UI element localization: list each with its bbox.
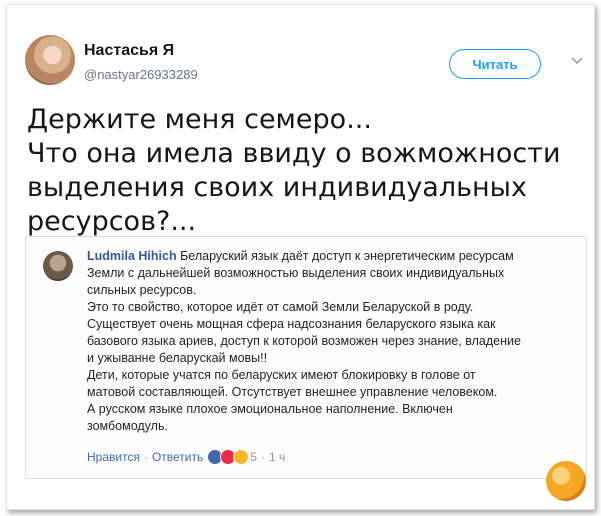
follow-button[interactable]: Читать	[449, 49, 541, 79]
tweet-card: Настасья Я @nastyar26933289 Читать Держи…	[6, 4, 595, 510]
tweet-text: Держите меня семеро... Что она имела вви…	[27, 103, 587, 239]
comment-avatar	[43, 251, 73, 281]
reactions	[207, 449, 250, 465]
comment-line: зомбомодуль.	[87, 419, 168, 433]
comment-line: базового языка ариев, доступ к которой в…	[87, 334, 521, 348]
embedded-comment-screenshot: Ludmila Hihich Беларуский язык даёт дост…	[25, 236, 587, 479]
reply-link: Ответить	[151, 450, 204, 464]
like-link: Нравится	[87, 450, 140, 464]
separator: ·	[260, 450, 265, 464]
comment-line: А русском языке плохое эмоциональное нап…	[87, 402, 453, 416]
comment-body: Ludmila Hihich Беларуский язык даёт дост…	[87, 248, 567, 435]
comment-actions: Нравится · Ответить 5 · 1 ч	[87, 449, 285, 465]
avatar[interactable]	[25, 35, 75, 85]
comment-line: Существует очень мощная сфера надсознани…	[87, 317, 496, 331]
comment-line: Это то свойство, которое идёт от самой З…	[87, 300, 474, 314]
comment-line: Земли с дальнейшей возможностью выделени…	[87, 266, 505, 280]
comment-line: матовой составляющей. Отсутствует внешне…	[87, 385, 498, 399]
comment-line: Дети, которые учатся по беларуских имеют…	[87, 368, 476, 382]
author-name[interactable]: Настасья Я	[84, 42, 174, 60]
tweet-line: Держите меня семеро...	[27, 104, 372, 135]
author-handle[interactable]: @nastyar26933289	[84, 67, 198, 82]
comment-line: и ужываннe беларускай мовы!!	[87, 351, 268, 365]
comment-line: сильных ресурсов.	[87, 283, 197, 297]
reaction-count: 5	[250, 450, 257, 464]
comment-author: Ludmila Hihich	[87, 249, 177, 263]
chevron-down-icon[interactable]	[570, 53, 588, 71]
separator: ·	[143, 450, 148, 464]
tweet-line: ресурсов?...	[27, 206, 197, 237]
comment-time: 1 ч	[268, 450, 286, 464]
tweet-line: выделения своих индивидуальных	[27, 172, 527, 203]
haha-reaction-icon	[233, 449, 250, 465]
comment-line: Беларуский язык даёт доступ к энергетиче…	[180, 249, 514, 263]
tweet-line: Что она имела ввиду о вожможности	[27, 138, 561, 169]
